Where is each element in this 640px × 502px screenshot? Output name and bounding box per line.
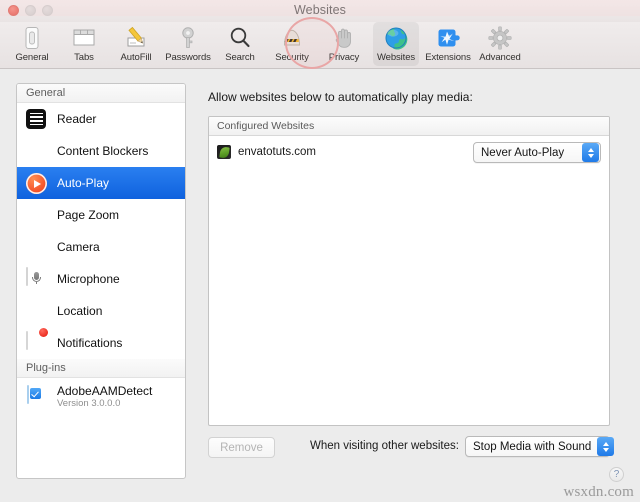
auto-play-icon <box>26 172 48 194</box>
preferences-content: General Reader Content Blockers Auto-Pla… <box>0 69 640 502</box>
site-autoplay-setting-dropdown[interactable]: Never Auto-Play <box>473 142 601 163</box>
globe-icon <box>383 25 409 51</box>
toolbar-label: Passwords <box>165 52 211 63</box>
other-websites-label: When visiting other websites: <box>310 440 459 452</box>
sidebar-item-label: Camera <box>57 240 100 254</box>
toolbar-label: Websites <box>376 52 416 63</box>
toolbar-item-search[interactable]: Search <box>214 22 266 67</box>
pane-caption: Allow websites below to automatically pl… <box>208 90 473 104</box>
sidebar-item-reader[interactable]: Reader <box>17 103 185 135</box>
help-button[interactable]: ? <box>609 467 624 482</box>
sidebar-item-label: Location <box>57 304 103 318</box>
sidebar-item-label: Reader <box>57 112 97 126</box>
plugin-checkbox-icon[interactable] <box>26 385 48 408</box>
table-column-header: Configured Websites <box>209 117 609 136</box>
toolbar-item-passwords[interactable]: Passwords <box>162 22 214 67</box>
page-zoom-icon <box>26 204 48 226</box>
plugin-version-label: Version 3.0.0.0 <box>57 398 121 409</box>
window-title: Websites <box>294 3 346 17</box>
sidebar-item-content-blockers[interactable]: Content Blockers <box>17 135 185 167</box>
sidebar-item-label: Auto-Play <box>57 176 110 190</box>
sidebar-item-location[interactable]: Location <box>17 295 185 327</box>
toolbar-item-privacy[interactable]: Privacy <box>318 22 370 67</box>
toolbar-label: Advanced <box>479 52 521 63</box>
sidebar-item-microphone[interactable]: Microphone <box>17 263 185 295</box>
toolbar-item-advanced[interactable]: Advanced <box>474 22 526 67</box>
websites-sidebar: General Reader Content Blockers Auto-Pla… <box>16 83 186 479</box>
plugin-name-label: AdobeAAMDetect <box>57 384 153 398</box>
extensions-puzzle-icon <box>435 25 461 51</box>
sidebar-item-label: Microphone <box>57 272 120 286</box>
sidebar-item-page-zoom[interactable]: Page Zoom <box>17 199 185 231</box>
sidebar-item-camera[interactable]: Camera <box>17 231 185 263</box>
microphone-icon <box>26 267 48 290</box>
sidebar-item-auto-play[interactable]: Auto-Play <box>17 167 185 199</box>
sidebar-item-label: Page Zoom <box>57 208 120 222</box>
tabs-icon <box>71 25 97 51</box>
table-row[interactable]: envatotuts.com Never Auto-Play <box>209 136 609 168</box>
auto-play-settings-pane: Allow websites below to automatically pl… <box>200 69 628 502</box>
toolbar-label: Tabs <box>74 52 94 63</box>
toolbar-item-security[interactable]: Security <box>266 22 318 67</box>
site-name-label: envatotuts.com <box>238 146 316 158</box>
toolbar-item-extensions[interactable]: Extensions <box>422 22 474 67</box>
security-lock-icon <box>279 25 305 51</box>
general-icon <box>19 25 45 51</box>
toolbar-item-general[interactable]: General <box>6 22 58 67</box>
camera-icon <box>26 236 48 258</box>
sidebar-item-label: Content Blockers <box>57 144 149 158</box>
gear-icon <box>487 25 513 51</box>
configured-websites-table: Configured Websites envatotuts.com Never… <box>208 116 610 426</box>
magnifier-icon <box>227 25 253 51</box>
remove-button[interactable]: Remove <box>208 437 275 458</box>
dropdown-value: Never Auto-Play <box>481 146 565 159</box>
reader-icon <box>26 108 48 130</box>
sidebar-item-adobeaamdetect[interactable]: AdobeAAMDetect Version 3.0.0.0 <box>17 378 185 416</box>
dropdown-value: Stop Media with Sound <box>473 440 592 453</box>
content-blockers-icon <box>26 140 48 162</box>
notifications-icon <box>26 327 48 354</box>
key-icon <box>175 25 201 51</box>
toolbar-label: Security <box>275 52 309 63</box>
autofill-pencil-icon <box>123 25 149 51</box>
envato-leaf-favicon <box>217 145 231 159</box>
location-icon <box>26 300 48 322</box>
toolbar-label: General <box>15 52 49 63</box>
sidebar-item-label: Notifications <box>57 336 123 350</box>
toolbar-label: AutoFill <box>120 52 152 63</box>
toolbar-label: Search <box>225 52 255 63</box>
preferences-toolbar: General Tabs AutoFill Passwords Search S… <box>0 22 640 69</box>
other-websites-dropdown[interactable]: Stop Media with Sound <box>465 436 615 457</box>
toolbar-item-autofill[interactable]: AutoFill <box>110 22 162 67</box>
sidebar-item-notifications[interactable]: Notifications <box>17 327 185 359</box>
toolbar-label: Privacy <box>328 52 360 63</box>
sidebar-header-plugins: Plug-ins <box>17 359 185 378</box>
toolbar-label: Extensions <box>425 52 471 63</box>
chevron-updown-icon <box>582 143 599 162</box>
chevron-updown-icon <box>597 437 615 456</box>
toolbar-item-tabs[interactable]: Tabs <box>58 22 110 67</box>
window-titlebar: Websites <box>0 0 640 23</box>
safari-preferences-window: Websites General Tabs AutoFill Passwords… <box>0 0 640 502</box>
sidebar-header-general: General <box>17 84 185 103</box>
toolbar-item-websites[interactable]: Websites <box>370 22 422 67</box>
privacy-hand-icon <box>331 25 357 51</box>
